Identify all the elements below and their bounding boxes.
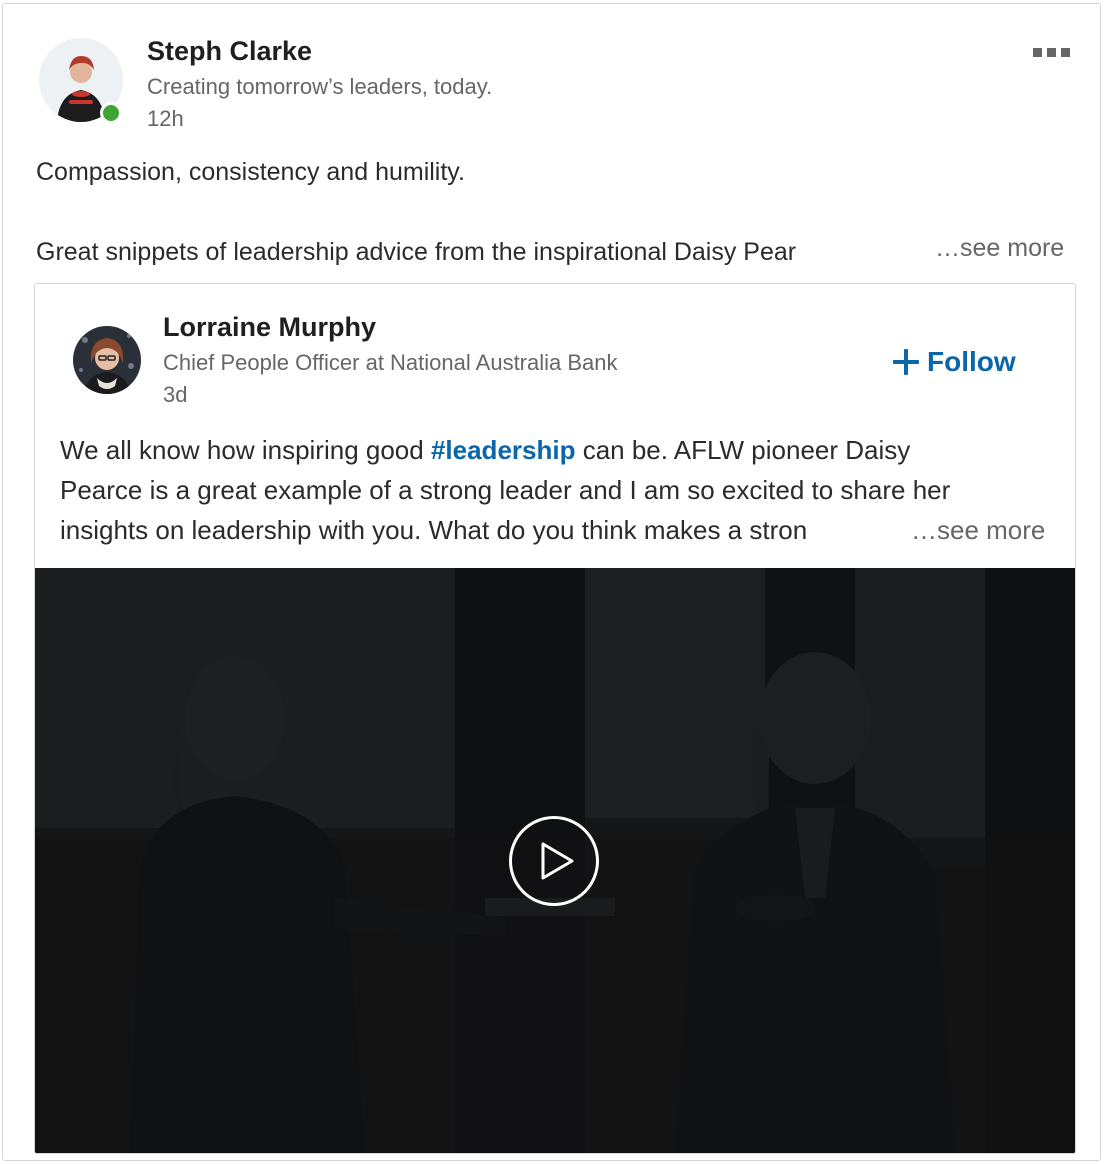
menu-dot (1033, 47, 1042, 57)
play-icon (541, 842, 574, 880)
play-button[interactable] (509, 816, 599, 906)
see-more-link[interactable]: …see more (929, 234, 1065, 263)
video-player[interactable] (35, 568, 1075, 1153)
follow-label: Follow (927, 346, 1016, 377)
post-text-line: Compassion, consistency and humility. (36, 158, 465, 186)
more-menu-icon[interactable] (1033, 44, 1083, 60)
shared-post: Lorraine Murphy Chief People Officer at … (34, 283, 1076, 1154)
text-segment: can be. AFLW pioneer Daisy (575, 435, 911, 465)
text-segment: We all know how inspiring good (60, 435, 431, 465)
shared-see-more-link[interactable]: …see more (907, 510, 1046, 550)
author-headline: Creating tomorrow’s leaders, today. (147, 74, 493, 99)
shared-author-avatar[interactable] (73, 326, 141, 394)
hashtag-link[interactable]: #leadership (431, 435, 576, 465)
shared-text-line: We all know how inspiring good #leadersh… (60, 430, 1060, 470)
menu-dot (1061, 47, 1070, 57)
feed-post: Steph Clarke Creating tomorrow’s leaders… (2, 3, 1101, 1161)
plus-icon (893, 349, 919, 375)
author-name[interactable]: Steph Clarke (147, 36, 312, 67)
shared-author-name[interactable]: Lorraine Murphy (163, 312, 376, 343)
shared-text-line: Pearce is a great example of a strong le… (60, 475, 951, 505)
shared-author-headline: Chief People Officer at National Austral… (163, 350, 618, 375)
follow-button[interactable]: Follow (893, 344, 1016, 380)
shared-post-timestamp: 3d (163, 382, 188, 407)
post-timestamp: 12h (147, 106, 184, 131)
post-text-line: Great snippets of leadership advice from… (36, 238, 797, 266)
menu-dot (1047, 47, 1056, 57)
online-status-indicator (100, 102, 122, 124)
